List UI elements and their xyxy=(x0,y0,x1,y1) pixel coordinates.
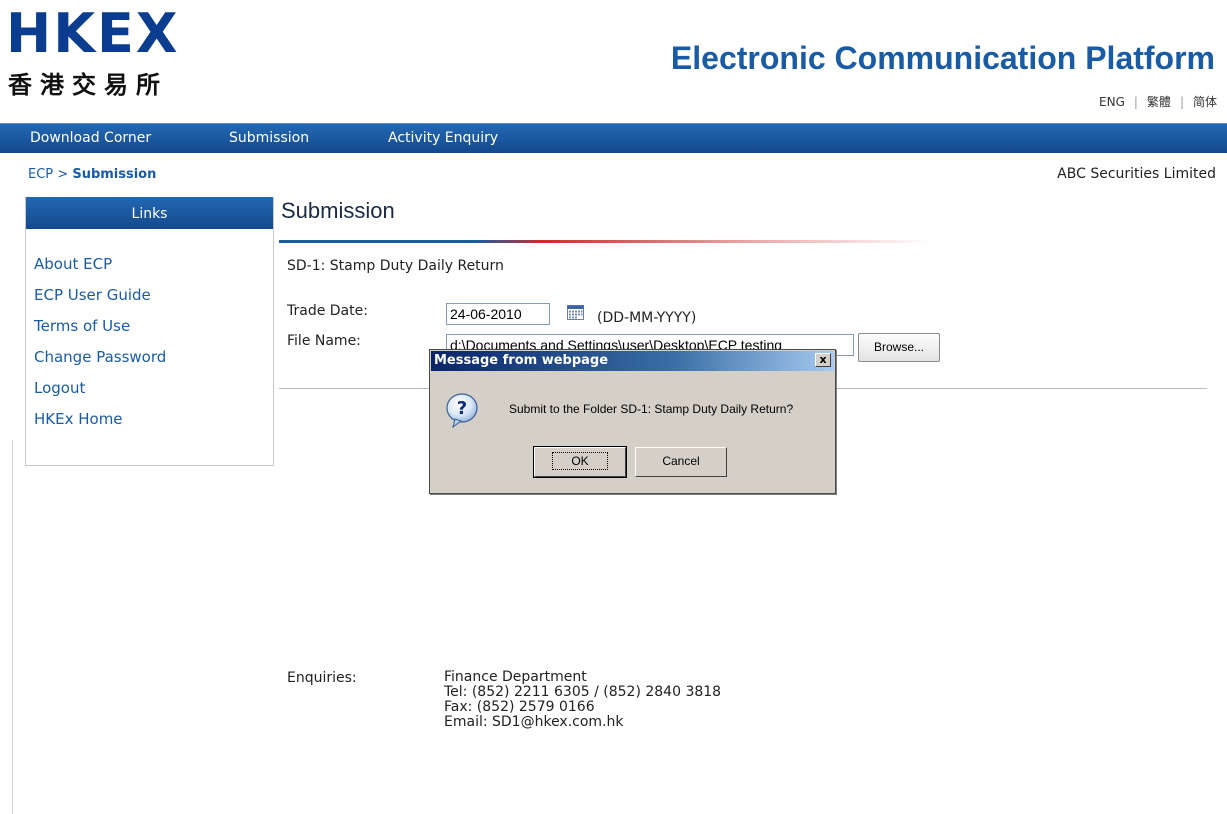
dialog-message: Submit to the Folder SD-1: Stamp Duty Da… xyxy=(509,402,794,416)
lang-separator: | xyxy=(1133,95,1138,109)
main-nav-bar: Download Corner Submission Activity Enqu… xyxy=(0,123,1227,153)
confirm-dialog: Message from webpage x ? Submit to the F… xyxy=(429,349,836,494)
file-name-label: File Name: xyxy=(287,333,361,349)
sidebar-link-user-guide[interactable]: ECP User Guide xyxy=(34,286,151,304)
logo-latin-text: HKEX xyxy=(6,2,180,65)
enquiries-department: Finance Department xyxy=(444,669,587,685)
enquiries-email: Email: SD1@hkex.com.hk xyxy=(444,714,624,730)
lang-simplified-chinese-link[interactable]: 简体 xyxy=(1193,95,1217,109)
sidebar-link-terms-of-use[interactable]: Terms of Use xyxy=(34,317,130,335)
enquiries-label: Enquiries: xyxy=(287,670,357,686)
app-title: Electronic Communication Platform xyxy=(670,40,1215,76)
browse-button[interactable]: Browse... xyxy=(858,333,940,362)
sidebar-link-hkex-home[interactable]: HKEx Home xyxy=(34,410,123,428)
form-title: SD-1: Stamp Duty Daily Return xyxy=(287,258,504,274)
lang-eng-link[interactable]: ENG xyxy=(1099,95,1125,109)
breadcrumb-current: Submission xyxy=(72,167,157,182)
hkex-logo: HKEX 香港交易所 xyxy=(6,4,206,104)
date-format-hint: (DD-MM-YYYY) xyxy=(597,310,697,326)
svg-text:?: ? xyxy=(457,398,467,419)
sidebar-link-change-password[interactable]: Change Password xyxy=(34,348,166,366)
cancel-button[interactable]: Cancel xyxy=(635,447,727,477)
dialog-close-button[interactable]: x xyxy=(815,353,831,367)
lang-separator: | xyxy=(1179,95,1184,109)
company-name: ABC Securities Limited xyxy=(1057,166,1216,182)
page-title: Submission xyxy=(281,198,395,223)
dialog-titlebar[interactable]: Message from webpage x xyxy=(431,351,834,371)
breadcrumb: ECP > Submission xyxy=(28,167,156,182)
breadcrumb-separator: > xyxy=(57,167,69,182)
enquiries-contact: Finance Department Tel: (852) 2211 6305 … xyxy=(444,670,721,730)
page-left-border xyxy=(12,440,13,814)
breadcrumb-root-link[interactable]: ECP xyxy=(28,167,53,182)
ok-button[interactable]: OK xyxy=(533,446,627,478)
nav-download-corner[interactable]: Download Corner xyxy=(30,130,151,146)
sidebar-link-logout[interactable]: Logout xyxy=(34,379,85,397)
dialog-title: Message from webpage xyxy=(434,353,609,368)
trade-date-label: Trade Date: xyxy=(287,303,368,319)
enquiries-tel: Tel: (852) 2211 6305 / (852) 2840 3818 xyxy=(444,684,722,700)
sidebar-title: Links xyxy=(26,197,273,229)
sidebar-link-about-ecp[interactable]: About ECP xyxy=(34,255,112,273)
nav-submission[interactable]: Submission xyxy=(229,130,309,146)
links-sidebar: Links About ECP ECP User Guide Terms of … xyxy=(25,197,274,466)
title-divider xyxy=(279,240,934,243)
ok-button-label: OK xyxy=(552,452,608,470)
logo-chinese-text: 香港交易所 xyxy=(8,71,168,99)
calendar-icon[interactable] xyxy=(567,305,584,320)
nav-activity-enquiry[interactable]: Activity Enquiry xyxy=(388,130,498,146)
trade-date-input[interactable] xyxy=(446,303,550,325)
language-switcher: ENG | 繁體 | 简体 xyxy=(1099,93,1217,110)
enquiries-fax: Fax: (852) 2579 0166 xyxy=(444,699,595,715)
question-icon: ? xyxy=(446,393,478,428)
lang-traditional-chinese-link[interactable]: 繁體 xyxy=(1147,95,1171,109)
